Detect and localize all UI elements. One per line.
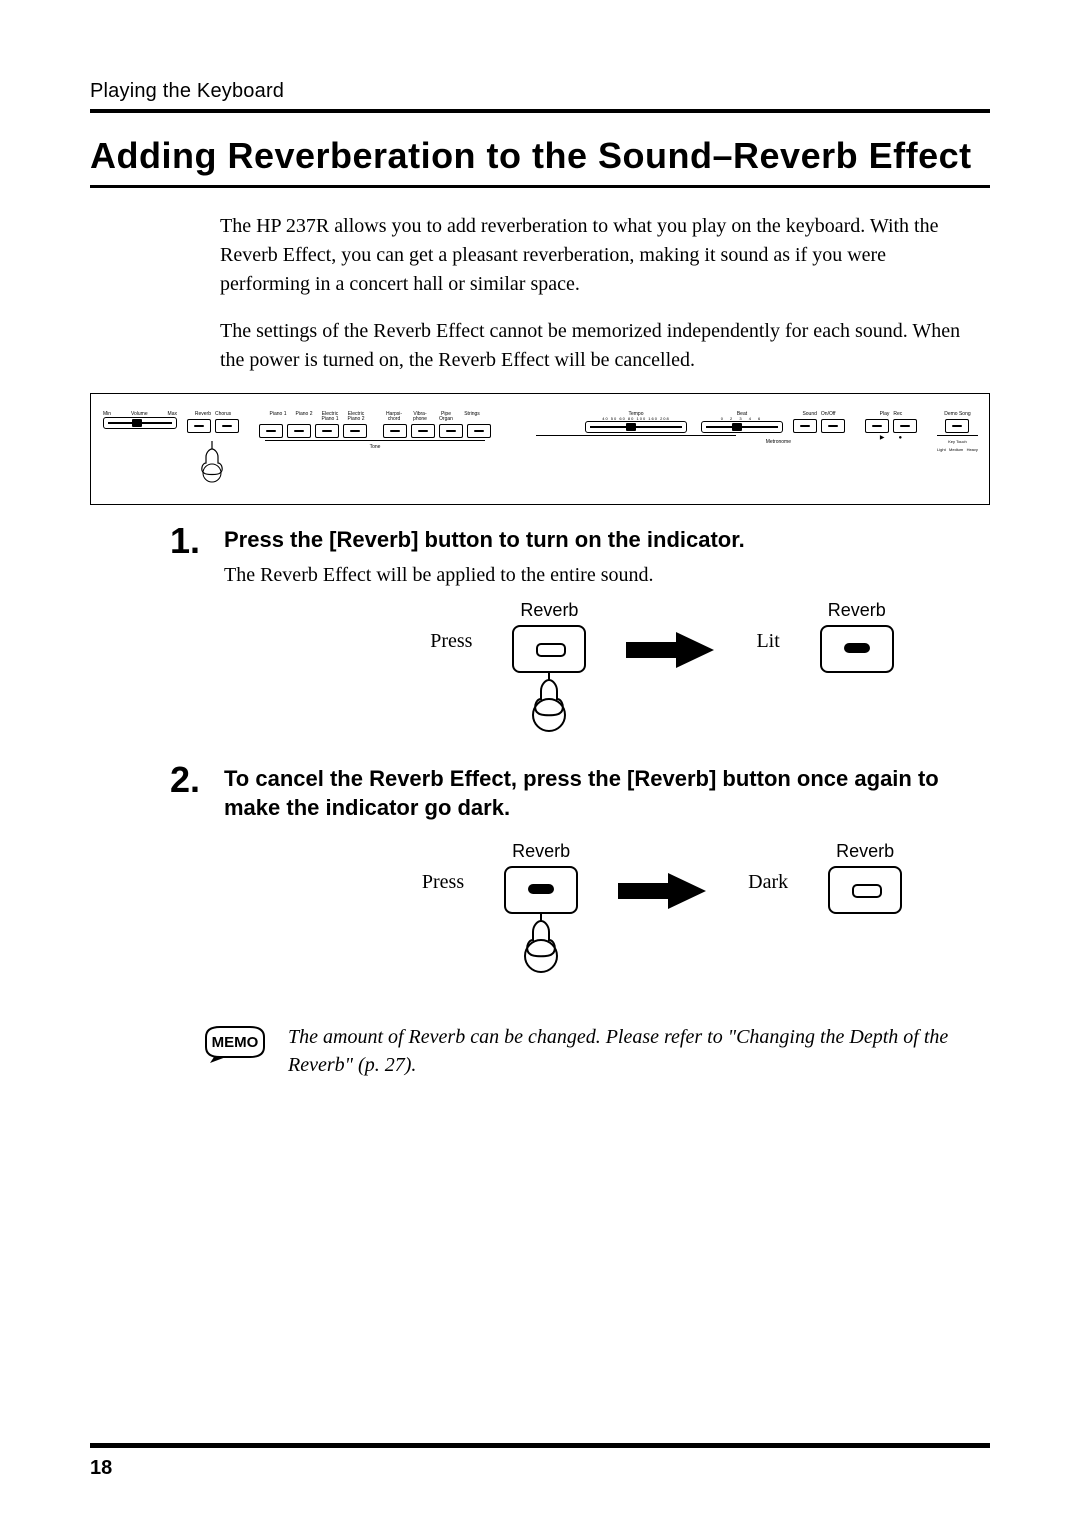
reverb-button-unlit: [512, 625, 586, 673]
step-1-number: 1.: [90, 523, 200, 758]
metronome-group-label: Metronome: [766, 439, 791, 445]
panel-tone-label: Electric Piano 2: [345, 412, 367, 422]
panel-play-button: [865, 419, 889, 433]
tone-group-label: Tone: [370, 444, 381, 450]
tempo-slider: [585, 421, 687, 433]
step-2-dark-label: Dark: [748, 871, 788, 894]
step-2-reverb-caption-left: Reverb: [512, 841, 570, 862]
beat-slider: [701, 421, 783, 433]
reverb-button-unlit: [828, 866, 902, 914]
step-1-reverb-caption-left: Reverb: [520, 600, 578, 621]
panel-demo-label: Demo Song: [944, 412, 970, 417]
page-number: 18: [90, 1457, 112, 1480]
memo-text: The amount of Reverb can be changed. Ple…: [288, 1023, 990, 1079]
panel-tone-label: Harpsi-chord: [383, 412, 405, 422]
panel-demo-button: [945, 419, 969, 433]
step-2-reverb-caption-right: Reverb: [836, 841, 894, 862]
panel-tone-label: Pipe Organ: [435, 412, 457, 422]
page-title: Adding Reverberation to the Sound–Reverb…: [90, 135, 990, 177]
reverb-button-lit: [820, 625, 894, 673]
arrow-right-icon: [618, 871, 708, 916]
rec-marker-icon: ●: [899, 435, 903, 441]
panel-reverb-label: Reverb: [195, 412, 211, 417]
keytouch-label: Key Touch: [948, 439, 967, 444]
panel-tone-label: Electric Piano 1: [319, 412, 341, 422]
intro-paragraph-2: The settings of the Reverb Effect cannot…: [220, 317, 980, 375]
panel-onoff-button: [821, 419, 845, 433]
top-rule: [90, 109, 990, 113]
panel-rec-button: [893, 419, 917, 433]
step-1-text: The Reverb Effect will be applied to the…: [224, 561, 990, 590]
keytouch-levels: Light Medium Heavy: [937, 447, 978, 452]
panel-tone-button: [287, 424, 311, 438]
play-marker-icon: ▶: [880, 435, 885, 441]
panel-tone-label: Strings: [461, 412, 483, 422]
reverb-button-lit: [504, 866, 578, 914]
pointing-hand-icon: [519, 667, 579, 742]
running-header: Playing the Keyboard: [90, 80, 990, 103]
panel-sound-label: Sound: [802, 412, 816, 417]
panel-tone-button: [411, 424, 435, 438]
panel-tone-label: Vibra-phone: [409, 412, 431, 422]
step-1-reverb-caption-right: Reverb: [828, 600, 886, 621]
panel-reverb-button: [187, 419, 211, 433]
arrow-right-icon: [626, 630, 716, 675]
panel-chorus-label: Chorus: [215, 412, 231, 417]
intro-paragraph-1: The HP 237R allows you to add reverberat…: [220, 212, 980, 299]
step-2-diagram: Press Reverb: [334, 841, 990, 983]
panel-tone-button: [467, 424, 491, 438]
pointing-hand-icon: [511, 908, 571, 983]
step-1-lit-label: Lit: [756, 630, 779, 653]
panel-tone-button: [439, 424, 463, 438]
panel-tone-button: [315, 424, 339, 438]
step-1-heading: Press the [Reverb] button to turn on the…: [224, 525, 990, 555]
panel-rec-label: Rec: [893, 412, 902, 417]
panel-tone-button: [259, 424, 283, 438]
panel-chorus-button: [215, 419, 239, 433]
panel-tone-button: [343, 424, 367, 438]
panel-onoff-label: On/Off: [821, 412, 836, 417]
panel-tone-label: Piano 1: [267, 412, 289, 422]
memo-icon: MEMO: [200, 1023, 270, 1068]
panel-tone-label: Piano 2: [293, 412, 315, 422]
keyboard-panel-illustration: Min Volume Max Reverb Chorus: [90, 393, 990, 505]
step-1-press-label: Press: [430, 630, 472, 653]
title-rule: [90, 185, 990, 188]
pointing-hand-icon: [198, 433, 228, 473]
panel-sound-button: [793, 419, 817, 433]
step-2-number: 2.: [90, 762, 200, 999]
panel-play-label: Play: [880, 412, 890, 417]
svg-text:MEMO: MEMO: [212, 1034, 259, 1051]
step-2-heading: To cancel the Reverb Effect, press the […: [224, 764, 990, 823]
step-1-diagram: Press Reverb: [334, 600, 990, 742]
panel-tone-button: [383, 424, 407, 438]
volume-slider: [103, 417, 177, 429]
step-2-press-label: Press: [422, 871, 464, 894]
footer-rule: [90, 1443, 990, 1448]
